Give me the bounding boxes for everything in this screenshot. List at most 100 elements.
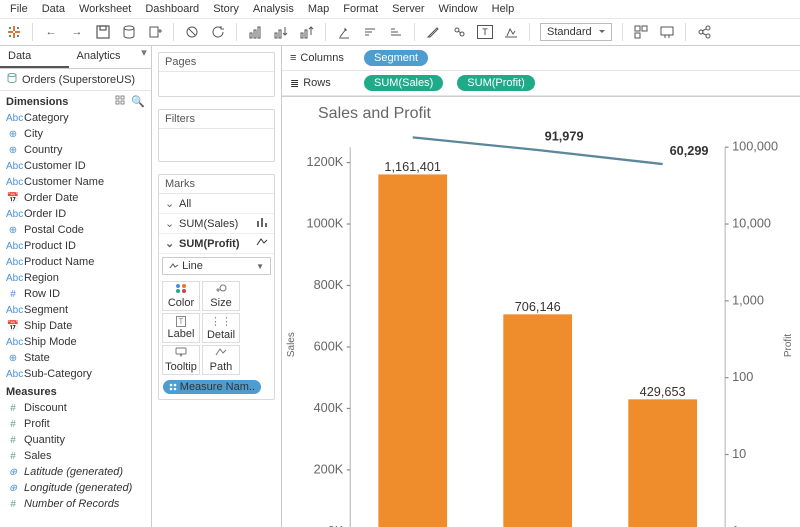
label-icon[interactable]: T <box>477 25 493 39</box>
svg-text:800K: 800K <box>314 277 344 292</box>
menu-story[interactable]: Story <box>207 1 245 17</box>
field-ship-mode[interactable]: AbcShip Mode <box>0 334 151 350</box>
marks-color-label: Color <box>168 297 194 309</box>
mark-type-select[interactable]: Line▼ <box>162 257 271 275</box>
new-data-icon[interactable] <box>121 24 137 40</box>
marks-all[interactable]: ⌄All <box>159 194 274 214</box>
field-product-id[interactable]: AbcProduct ID <box>0 238 151 254</box>
clear-icon[interactable] <box>184 24 200 40</box>
field-customer-name[interactable]: AbcCustomer Name <box>0 174 151 190</box>
menu-worksheet[interactable]: Worksheet <box>73 1 137 17</box>
present-icon[interactable] <box>659 24 675 40</box>
marks-sales[interactable]: ⌄SUM(Sales) <box>159 214 274 234</box>
pill-segment[interactable]: Segment <box>364 50 428 66</box>
field-product-name[interactable]: AbcProduct Name <box>0 254 151 270</box>
tab-analytics[interactable]: Analytics <box>69 46 138 68</box>
back-icon[interactable]: ← <box>43 24 59 40</box>
new-sheet-icon[interactable] <box>147 24 163 40</box>
columns-shelf[interactable]: ≡Columns Segment <box>282 46 800 71</box>
field-ship-date[interactable]: 📅Ship Date <box>0 318 151 334</box>
field-longitude-generated-[interactable]: ⊕Longitude (generated) <box>0 480 151 496</box>
menu-server[interactable]: Server <box>386 1 430 17</box>
menu-format[interactable]: Format <box>337 1 384 17</box>
menu-data[interactable]: Data <box>36 1 71 17</box>
field-number-of-records[interactable]: #Number of Records <box>0 496 151 512</box>
field-sales[interactable]: #Sales <box>0 448 151 464</box>
menu-analysis[interactable]: Analysis <box>247 1 300 17</box>
toolbar: ← → T Standard <box>0 19 800 46</box>
field-sub-category[interactable]: AbcSub-Category <box>0 366 151 382</box>
rows-label: Rows <box>303 77 331 89</box>
field-city[interactable]: ⊕City <box>0 126 151 142</box>
datasource-label[interactable]: Orders (SuperstoreUS) <box>0 69 151 91</box>
svg-text:100,000: 100,000 <box>732 139 778 154</box>
fix-axes-icon[interactable] <box>503 24 519 40</box>
field-profit[interactable]: #Profit <box>0 416 151 432</box>
menu-file[interactable]: File <box>4 1 34 17</box>
highlight-icon[interactable] <box>425 24 441 40</box>
forward-icon[interactable]: → <box>69 24 85 40</box>
view-icon[interactable] <box>115 95 125 108</box>
pill-measure-names[interactable]: Measure Nam.. <box>163 380 261 394</box>
field-quantity[interactable]: #Quantity <box>0 432 151 448</box>
tab-data[interactable]: Data <box>0 46 69 68</box>
marks-path-button[interactable]: Path <box>202 345 240 375</box>
columns-label: Columns <box>300 52 343 64</box>
rows-shelf[interactable]: ≣ Rows SUM(Sales) SUM(Profit) <box>282 71 800 96</box>
marks-label-button[interactable]: TLabel <box>162 313 200 343</box>
marks-size-label: Size <box>210 297 231 309</box>
svg-text:1200K: 1200K <box>307 154 344 169</box>
field-order-id[interactable]: AbcOrder ID <box>0 206 151 222</box>
viz-area: ≡Columns Segment ≣ Rows SUM(Sales) SUM(Pr… <box>282 46 800 527</box>
share-icon[interactable] <box>696 24 712 40</box>
totals-icon[interactable] <box>336 24 352 40</box>
y-axis-right-label: Profit <box>783 131 794 527</box>
pill-sum-sales[interactable]: SUM(Sales) <box>364 75 443 91</box>
fit-select[interactable]: Standard <box>540 23 612 41</box>
marks-profit-label: SUM(Profit) <box>175 238 256 250</box>
field-postal-code[interactable]: ⊕Postal Code <box>0 222 151 238</box>
chart[interactable]: 0K200K400K600K800K1000K1200K1101001,0001… <box>297 131 783 527</box>
pill-sum-profit[interactable]: SUM(Profit) <box>457 75 534 91</box>
showcards-icon[interactable] <box>633 24 649 40</box>
marks-size-button[interactable]: Size <box>202 281 240 311</box>
pages-card[interactable]: Pages <box>158 52 275 97</box>
save-icon[interactable] <box>95 24 111 40</box>
marks-profit[interactable]: ⌄SUM(Profit) <box>159 234 274 254</box>
field-order-date[interactable]: 📅Order Date <box>0 190 151 206</box>
refresh-icon[interactable] <box>210 24 226 40</box>
sort-desc-icon[interactable] <box>299 24 315 40</box>
search-icon[interactable]: 🔍 <box>131 95 145 108</box>
menu-map[interactable]: Map <box>302 1 335 17</box>
sort-bar2-icon[interactable] <box>388 24 404 40</box>
sort-bar-icon[interactable] <box>362 24 378 40</box>
viz-title[interactable]: Sales and Profit <box>282 97 800 127</box>
cards-pane: Pages Filters Marks ⌄All ⌄SUM(Sales) ⌄SU… <box>152 46 282 527</box>
menu-help[interactable]: Help <box>486 1 521 17</box>
menu-window[interactable]: Window <box>433 1 484 17</box>
field-state[interactable]: ⊕State <box>0 350 151 366</box>
field-latitude-generated-[interactable]: ⊕Latitude (generated) <box>0 464 151 480</box>
sort-asc-icon[interactable] <box>273 24 289 40</box>
field-region[interactable]: AbcRegion <box>0 270 151 286</box>
field-discount[interactable]: #Discount <box>0 400 151 416</box>
marks-color-button[interactable]: Color <box>162 281 200 311</box>
field-country[interactable]: ⊕Country <box>0 142 151 158</box>
rows-icon: ≣ <box>290 77 299 90</box>
line-type-icon <box>256 237 268 250</box>
filters-card[interactable]: Filters <box>158 109 275 162</box>
group-icon[interactable] <box>451 24 467 40</box>
field-row-id[interactable]: #Row ID <box>0 286 151 302</box>
field-category[interactable]: AbcCategory <box>0 110 151 126</box>
swap-icon[interactable] <box>247 24 263 40</box>
svg-text:200K: 200K <box>314 461 344 476</box>
marks-tooltip-button[interactable]: Tooltip <box>162 345 200 375</box>
datasource-name: Orders (SuperstoreUS) <box>22 74 135 86</box>
marks-detail-button[interactable]: ⋮⋮Detail <box>202 313 240 343</box>
marks-detail-label: Detail <box>207 329 235 341</box>
marks-card: Marks ⌄All ⌄SUM(Sales) ⌄SUM(Profit) Line… <box>158 174 275 400</box>
field-segment[interactable]: AbcSegment <box>0 302 151 318</box>
field-customer-id[interactable]: AbcCustomer ID <box>0 158 151 174</box>
menu-dashboard[interactable]: Dashboard <box>139 1 205 17</box>
tab-menu-icon[interactable]: ▾ <box>137 46 151 68</box>
